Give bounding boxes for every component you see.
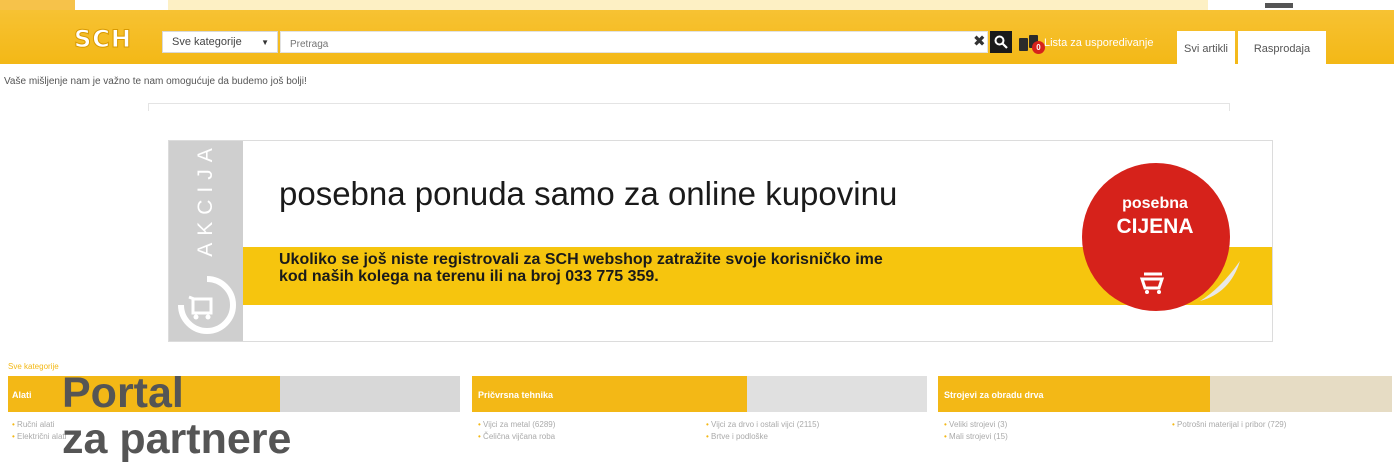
- category-subitem[interactable]: • Mali strojevi (15): [944, 432, 1008, 441]
- divider-tick: [1229, 103, 1230, 111]
- category-subitem-label: Vijci za metal (6289): [483, 420, 556, 429]
- top-strip-segment: [0, 0, 75, 10]
- chevron-down-icon: ▼: [261, 38, 269, 47]
- divider-tick: [148, 103, 149, 111]
- search-button[interactable]: [990, 31, 1012, 53]
- sticker-text-top: posebna: [1122, 195, 1188, 212]
- tab-sale[interactable]: Rasprodaja: [1238, 31, 1326, 74]
- top-strip-segment: [168, 0, 1208, 10]
- category-subitem-label: Potrošni materijal i pribor (729): [1177, 420, 1287, 429]
- category-subitem[interactable]: • Potrošni materijal i pribor (729): [1172, 420, 1286, 429]
- banner-info-line: kod naših kolega na terenu ili na broj 0…: [279, 268, 659, 285]
- price-sticker: [1082, 163, 1240, 311]
- portal-title-line: za partnere: [62, 415, 292, 463]
- clear-search-icon[interactable]: ✖: [973, 33, 986, 51]
- top-strip-marker: [1265, 3, 1293, 8]
- category-subitem[interactable]: • Čelična vijčana roba: [478, 432, 555, 441]
- sticker-text-main: CIJENA: [1116, 215, 1194, 238]
- category-subitem-label: Brtve i podloške: [711, 432, 768, 441]
- promo-banner[interactable]: AKCIJA posebna ponuda samo za online kup…: [168, 140, 1273, 342]
- category-subitem-label: Ručni alati: [17, 420, 55, 429]
- top-strip: [0, 0, 1394, 10]
- category-subitem[interactable]: • Ručni alati: [12, 420, 54, 429]
- category-subitem-label: Vijci za drvo i ostali vijci (2115): [711, 420, 820, 429]
- compare-list-link[interactable]: Lista za usporedivanje: [1044, 37, 1153, 49]
- category-subitem-label: Veliki strojevi (3): [949, 420, 1008, 429]
- category-subitem-label: Električni alati: [17, 432, 67, 441]
- category-subitem[interactable]: • Veliki strojevi (3): [944, 420, 1007, 429]
- portal-title-line: Portal: [62, 369, 184, 417]
- sch-logo[interactable]: SCH: [74, 26, 148, 53]
- category-image-machines[interactable]: [1210, 376, 1392, 412]
- search-input[interactable]: [280, 31, 988, 53]
- category-select[interactable]: Sve kategorije ▼: [162, 31, 278, 53]
- category-subitem[interactable]: • Vijci za metal (6289): [478, 420, 555, 429]
- search-icon: [994, 35, 1008, 49]
- category-select-value: Sve kategorije: [172, 36, 242, 48]
- category-image-fasteners[interactable]: [747, 376, 927, 412]
- category-title-machines[interactable]: Strojevi za obradu drva: [944, 390, 1044, 400]
- tab-all-products[interactable]: Svi artikli: [1177, 31, 1235, 74]
- cart-icon: [178, 276, 236, 334]
- category-subitem[interactable]: • Električni alati: [12, 432, 66, 441]
- akcija-label: AKCIJA: [194, 141, 217, 257]
- feedback-text[interactable]: Vaše mišljenje nam je važno te nam omogu…: [4, 76, 307, 87]
- banner-info-line: Ukoliko se još niste registrovali za SCH…: [279, 251, 883, 268]
- portal-title: Portal za partnere: [62, 370, 291, 462]
- banner-headline: posebna ponuda samo za online kupovinu: [279, 175, 898, 212]
- category-title-fasteners[interactable]: Pričvrsna tehnika: [478, 390, 553, 400]
- category-subitem-label: Čelična vijčana roba: [483, 432, 556, 441]
- category-subitem[interactable]: • Brtve i podloške: [706, 432, 768, 441]
- category-title-tools[interactable]: Alati: [12, 390, 32, 400]
- category-image-tools[interactable]: [280, 376, 460, 412]
- category-subitem[interactable]: • Vijci za drvo i ostali vijci (2115): [706, 420, 819, 429]
- category-subitem-label: Mali strojevi (15): [949, 432, 1008, 441]
- divider: [148, 103, 1230, 104]
- header-toolbar: SCH Sve kategorije ▼ ✖ 0 Lista za uspore…: [0, 10, 1394, 74]
- banner-info-text: Ukoliko se još niste registrovali za SCH…: [279, 251, 883, 285]
- categories-section-label: Sve kategorije: [8, 362, 59, 371]
